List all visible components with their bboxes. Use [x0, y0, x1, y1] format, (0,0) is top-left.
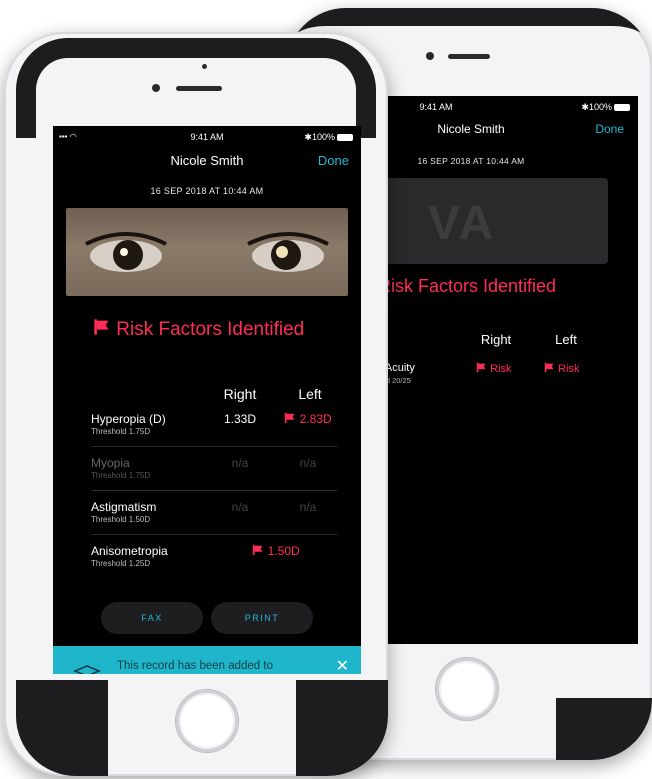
back-date: 16 SEP 2018 AT 10:44 AM	[417, 156, 525, 166]
flag-icon	[252, 544, 264, 556]
back-battery-indicator: ✱100%	[581, 102, 630, 113]
flag-icon	[93, 318, 111, 336]
front-status-bar: ▪▪▪ ◠ 9:41 AM ✱100%	[53, 126, 361, 146]
battery-icon	[337, 134, 353, 141]
front-screen: ▪▪▪ ◠ 9:41 AM ✱100% Nicole Smith Done 16…	[53, 126, 361, 674]
front-speaker	[176, 86, 222, 91]
flag-icon	[476, 362, 487, 373]
back-row-right-risk: Risk	[476, 362, 511, 375]
flag-icon	[284, 412, 296, 424]
row-left-value: n/a	[299, 456, 317, 470]
front-camera	[152, 84, 160, 92]
ehr-toast: This record has been added to the patien…	[53, 646, 361, 674]
table-row-anisometropia: Anisometropia Threshold 1.25D 1.50D	[91, 534, 337, 578]
back-phone-bumper-bottom	[556, 698, 652, 760]
row-name: Astigmatism	[91, 500, 157, 514]
front-phone-bumper-bottom-right	[296, 680, 388, 776]
fax-button[interactable]: FAX	[101, 602, 203, 634]
row-right-value: n/a	[231, 456, 249, 470]
stack-layers-icon	[72, 664, 102, 674]
front-col-right: Right	[223, 386, 257, 402]
row-threshold: Threshold 1.75D	[91, 427, 151, 436]
print-button[interactable]: PRINT	[211, 602, 313, 634]
back-row-label: l Acuity	[384, 362, 415, 374]
battery-icon	[614, 104, 630, 111]
front-phone-bumper-bottom-left	[16, 680, 108, 776]
close-icon[interactable]: ✕	[336, 656, 349, 674]
bluetooth-icon: ✱	[304, 132, 312, 142]
row-threshold: Threshold 1.25D	[91, 559, 151, 568]
back-screen: 9:41 AM ✱100% Nicole Smith Done 16 SEP 2…	[384, 96, 638, 644]
row-name: Anisometropia	[91, 544, 168, 558]
row-name: Hyperopia (D)	[91, 412, 166, 426]
bluetooth-icon: ✱	[581, 102, 589, 112]
front-col-left: Left	[298, 386, 322, 402]
row-combined-value: 1.50D	[241, 544, 311, 558]
back-home-button[interactable]	[436, 658, 498, 720]
row-name: Myopia	[91, 456, 130, 470]
front-home-button[interactable]	[176, 690, 238, 752]
front-battery-indicator: ✱100%	[304, 132, 353, 143]
row-right-value: n/a	[231, 500, 249, 514]
back-col-right: Right	[480, 332, 512, 347]
front-phone: ▪▪▪ ◠ 9:41 AM ✱100% Nicole Smith Done 16…	[4, 32, 388, 776]
table-row-myopia: Myopia Threshold 1.75D n/a n/a	[91, 446, 337, 490]
row-left-value: 2.83D	[278, 412, 338, 426]
table-row-astigmatism: Astigmatism Threshold 1.50D n/a n/a	[91, 490, 337, 534]
back-va-banner: VA	[384, 178, 608, 264]
eyes-illustration	[85, 232, 329, 272]
row-threshold: Threshold 1.50D	[91, 515, 151, 524]
back-status-bar: 9:41 AM ✱100%	[384, 96, 638, 116]
table-row-hyperopia: Hyperopia (D) Threshold 1.75D 1.33D 2.83…	[91, 402, 337, 446]
back-speaker	[448, 54, 490, 59]
eye-photo	[66, 208, 348, 296]
back-risk-title: Risk Factors Identified	[384, 276, 557, 296]
front-risk-title: Risk Factors Identified	[93, 318, 304, 341]
back-done-button[interactable]: Done	[595, 122, 624, 136]
row-right-value: 1.33D	[223, 412, 257, 426]
back-row-threshold: old 20/25	[384, 376, 411, 385]
row-threshold: Threshold 1.75D	[91, 471, 151, 480]
toast-message: This record has been added to the patien…	[117, 660, 273, 672]
row-left-value: n/a	[299, 500, 317, 514]
back-va-text: VA	[428, 197, 496, 250]
front-date: 16 SEP 2018 AT 10:44 AM	[150, 186, 264, 196]
front-done-button[interactable]: Done	[318, 153, 349, 168]
flag-icon	[544, 362, 555, 373]
front-proximity-dot	[202, 64, 207, 69]
back-camera	[426, 52, 434, 60]
back-row-left-risk: Risk	[544, 362, 579, 375]
back-col-left: Left	[555, 332, 577, 347]
front-nav-title: Nicole Smith	[170, 153, 244, 168]
